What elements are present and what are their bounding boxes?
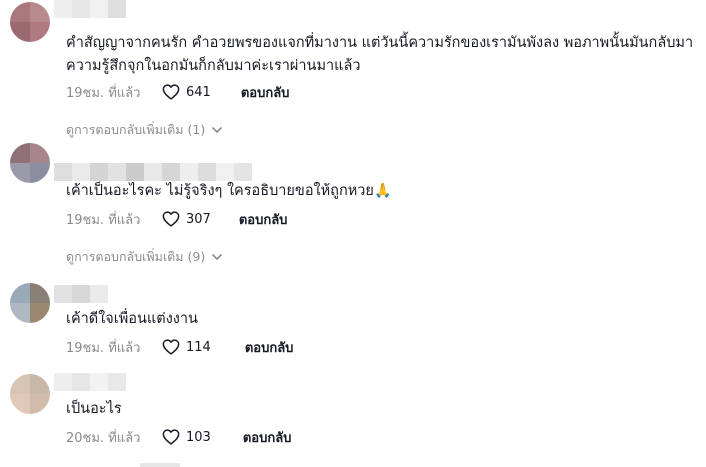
heart-outline-icon xyxy=(162,84,180,100)
view-more-replies-label: ดูการตอบกลับเพิ่มเติม (9) xyxy=(66,249,206,264)
username-blurred[interactable] xyxy=(54,373,126,391)
avatar[interactable] xyxy=(10,143,50,183)
comment-meta: 19ชม. ที่แล้ว 307 ตอบกลับ xyxy=(66,208,287,230)
reply-button[interactable]: ตอบกลับ xyxy=(243,427,292,448)
heart-outline-icon xyxy=(162,339,180,355)
praying-hands-icon: 🙏 xyxy=(373,183,392,199)
chevron-down-icon xyxy=(212,253,223,261)
comment-text: เค้าดีใจเพื่อนแต่งงาน xyxy=(66,311,198,327)
comment-text-content: เค้าเป็นอะไรคะ ไม่รู้จริงๆ ใครอธิบายขอให… xyxy=(66,183,374,199)
comment-meta: 19ชม. ที่แล้ว 114 ตอบกลับ xyxy=(66,336,293,358)
reply-button[interactable]: ตอบกลับ xyxy=(245,337,294,358)
comment-time: 20ชม. ที่แล้ว xyxy=(66,430,141,446)
avatar[interactable] xyxy=(10,283,50,323)
username-blurred[interactable] xyxy=(54,163,252,181)
heart-outline-icon xyxy=(162,429,180,445)
chevron-down-icon xyxy=(212,126,223,134)
comment-text: คำสัญญาจากคนรัก คำอวยพรของแจกที่มางาน แต… xyxy=(66,35,694,74)
comment-meta: 19ชม. ที่แล้ว 641 ตอบกลับ xyxy=(66,81,289,103)
like-count: 103 xyxy=(186,429,211,445)
view-more-replies[interactable]: ดูการตอบกลับเพิ่มเติม (9) xyxy=(66,247,223,267)
like-button[interactable]: 103 xyxy=(162,429,211,445)
next-comment-partial xyxy=(140,463,180,467)
avatar[interactable] xyxy=(10,2,50,42)
avatar[interactable] xyxy=(10,374,50,414)
reply-button[interactable]: ตอบกลับ xyxy=(241,82,290,103)
like-count: 114 xyxy=(186,339,211,355)
like-count: 307 xyxy=(186,211,211,227)
comment-time: 19ชม. ที่แล้ว xyxy=(66,212,141,228)
username-blurred[interactable] xyxy=(54,0,126,18)
like-button[interactable]: 307 xyxy=(162,211,211,227)
comment-text: เค้าเป็นอะไรคะ ไม่รู้จริงๆ ใครอธิบายขอให… xyxy=(66,180,696,203)
view-more-replies[interactable]: ดูการตอบกลับเพิ่มเติม (1) xyxy=(66,120,223,140)
like-button[interactable]: 641 xyxy=(162,84,211,100)
username-blurred[interactable] xyxy=(54,285,108,303)
comment-text: เป็นอะไร xyxy=(66,401,122,417)
heart-outline-icon xyxy=(162,211,180,227)
reply-button[interactable]: ตอบกลับ xyxy=(239,209,288,230)
comment-time: 19ชม. ที่แล้ว xyxy=(66,340,141,356)
comment-time: 19ชม. ที่แล้ว xyxy=(66,85,141,101)
like-button[interactable]: 114 xyxy=(162,339,211,355)
comment-meta: 20ชม. ที่แล้ว 103 ตอบกลับ xyxy=(66,426,291,448)
view-more-replies-label: ดูการตอบกลับเพิ่มเติม (1) xyxy=(66,122,206,137)
like-count: 641 xyxy=(186,84,211,100)
